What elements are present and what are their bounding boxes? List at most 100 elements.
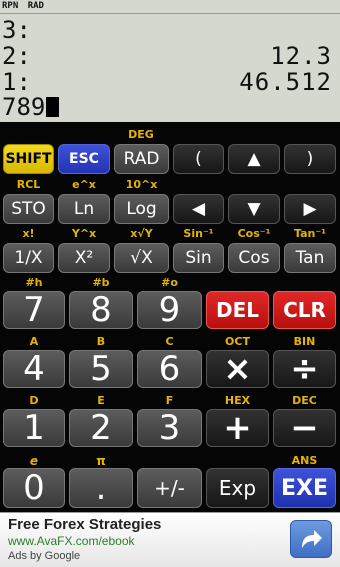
e-power-x-secondary-label: e^x <box>72 178 96 191</box>
stack-label: 3: <box>2 16 31 44</box>
digit-9-button[interactable]: 9 <box>137 291 202 329</box>
open-paren-label: ( <box>195 149 202 169</box>
oct-secondary-label: OCT <box>225 335 250 348</box>
pi-secondary-label: π <box>96 454 106 468</box>
hex-secondary-label: HEX <box>224 394 251 407</box>
stack-level-1: 1: 46.512 <box>2 69 332 95</box>
share-arrow-icon <box>302 530 322 548</box>
hex-d-secondary-label: D <box>29 394 39 407</box>
digit-3-button[interactable]: 3 <box>137 409 202 447</box>
ads-by-google-label: Ads by Google <box>8 550 81 562</box>
input-line[interactable]: 789 <box>2 93 60 121</box>
rcl-secondary-label: RCL <box>16 178 41 191</box>
plus-icon: + <box>223 408 252 448</box>
ad-url[interactable]: www.AvaFX.com/ebook <box>8 534 135 548</box>
rad-label: RAD <box>123 149 160 169</box>
square-root-button[interactable]: √X <box>114 243 169 273</box>
digit-0-button[interactable]: 0 <box>3 468 65 508</box>
log-button[interactable]: Log <box>114 194 169 224</box>
bin-secondary-label: BIN <box>293 335 316 348</box>
esc-button[interactable]: ESC <box>58 144 110 174</box>
input-value: 789 <box>2 93 46 121</box>
hex-f-secondary-label: F <box>165 394 174 407</box>
ln-label: Ln <box>73 199 95 219</box>
digit-4-button[interactable]: 4 <box>3 350 65 388</box>
ln-button[interactable]: Ln <box>58 194 110 224</box>
sin-label: Sin <box>185 248 212 268</box>
stack-value: 12.3 <box>270 42 332 70</box>
angle-mode-label: RAD <box>27 1 44 11</box>
hex-e-secondary-label: E <box>97 394 105 407</box>
decimal-point-label: . <box>95 468 107 508</box>
dec-secondary-label: DEC <box>292 394 317 407</box>
esc-label: ESC <box>69 151 99 167</box>
hex-prefix-secondary-label: #h <box>25 276 43 289</box>
down-arrow-button[interactable]: ▼ <box>228 194 280 224</box>
divide-button[interactable]: ÷ <box>273 350 336 388</box>
close-paren-label: ) <box>306 149 314 169</box>
digit-5-button[interactable]: 5 <box>69 350 133 388</box>
bin-prefix-secondary-label: #b <box>92 276 110 289</box>
square-label: X² <box>74 248 94 268</box>
digit-2-button[interactable]: 2 <box>69 409 133 447</box>
rad-button[interactable]: RAD <box>114 144 169 174</box>
subtract-button[interactable]: − <box>273 409 336 447</box>
digit-6-label: 6 <box>158 349 181 389</box>
digit-3-label: 3 <box>158 408 181 448</box>
down-arrow-icon: ▼ <box>247 199 261 219</box>
delete-button[interactable]: DEL <box>206 291 269 329</box>
log-label: Log <box>126 199 157 219</box>
ad-banner[interactable]: Free Forex Strategies www.AvaFX.com/eboo… <box>0 512 340 567</box>
cos-button[interactable]: Cos <box>228 243 280 273</box>
acos-secondary-label: Cos⁻¹ <box>237 227 271 240</box>
asin-secondary-label: Sin⁻¹ <box>183 227 214 240</box>
execute-button[interactable]: EXE <box>273 468 336 508</box>
square-root-label: √X <box>130 248 153 268</box>
left-arrow-button[interactable]: ◀ <box>173 194 224 224</box>
negate-label: +/- <box>154 476 185 500</box>
square-button[interactable]: X² <box>58 243 110 273</box>
digit-8-button[interactable]: 8 <box>69 291 133 329</box>
reciprocal-button[interactable]: 1/X <box>3 243 54 273</box>
stack-value: 46.512 <box>239 68 332 96</box>
digit-4-label: 4 <box>23 349 45 389</box>
clear-label: CLR <box>283 298 326 322</box>
open-paren-button[interactable]: ( <box>173 144 224 174</box>
sin-button[interactable]: Sin <box>173 243 224 273</box>
digit-7-label: 7 <box>23 290 45 330</box>
divide-icon: ÷ <box>290 349 319 389</box>
negate-button[interactable]: +/- <box>137 468 202 508</box>
reciprocal-label: 1/X <box>14 248 43 268</box>
sto-label: STO <box>11 199 46 219</box>
ad-title[interactable]: Free Forex Strategies <box>8 516 161 533</box>
up-arrow-button[interactable]: ▲ <box>228 144 280 174</box>
decimal-point-button[interactable]: . <box>69 468 133 508</box>
clear-button[interactable]: CLR <box>273 291 336 329</box>
digit-1-label: 1 <box>23 408 45 448</box>
multiply-button[interactable]: × <box>206 350 269 388</box>
right-arrow-icon: ▶ <box>303 199 317 219</box>
right-arrow-button[interactable]: ▶ <box>284 194 336 224</box>
digit-1-button[interactable]: 1 <box>3 409 65 447</box>
stack-level-3: 3: <box>2 17 332 43</box>
oct-prefix-secondary-label: #o <box>161 276 178 289</box>
digit-8-label: 8 <box>90 290 112 330</box>
exp-button[interactable]: Exp <box>206 468 269 508</box>
e-constant-secondary-label: e <box>29 454 39 468</box>
shift-button[interactable]: SHIFT <box>3 144 54 174</box>
digit-6-button[interactable]: 6 <box>137 350 202 388</box>
ad-open-button[interactable] <box>290 520 332 558</box>
stack-level-2: 2: 12.3 <box>2 43 332 69</box>
y-power-x-secondary-label: Y^x <box>71 227 97 240</box>
tan-label: Tan <box>295 248 325 268</box>
sto-button[interactable]: STO <box>3 194 54 224</box>
up-arrow-icon: ▲ <box>247 149 261 169</box>
digit-7-button[interactable]: 7 <box>3 291 65 329</box>
close-paren-button[interactable]: ) <box>284 144 336 174</box>
tan-button[interactable]: Tan <box>284 243 336 273</box>
left-arrow-icon: ◀ <box>191 199 206 219</box>
add-button[interactable]: + <box>206 409 269 447</box>
keypad: DEG SHIFT ESC RAD ( ▲ ) RCL e^x 10^x STO… <box>0 122 340 512</box>
hex-a-secondary-label: A <box>29 335 39 348</box>
calculator-display: RPN RAD 3: 2: 12.3 1: 46.512 789 <box>0 0 340 122</box>
